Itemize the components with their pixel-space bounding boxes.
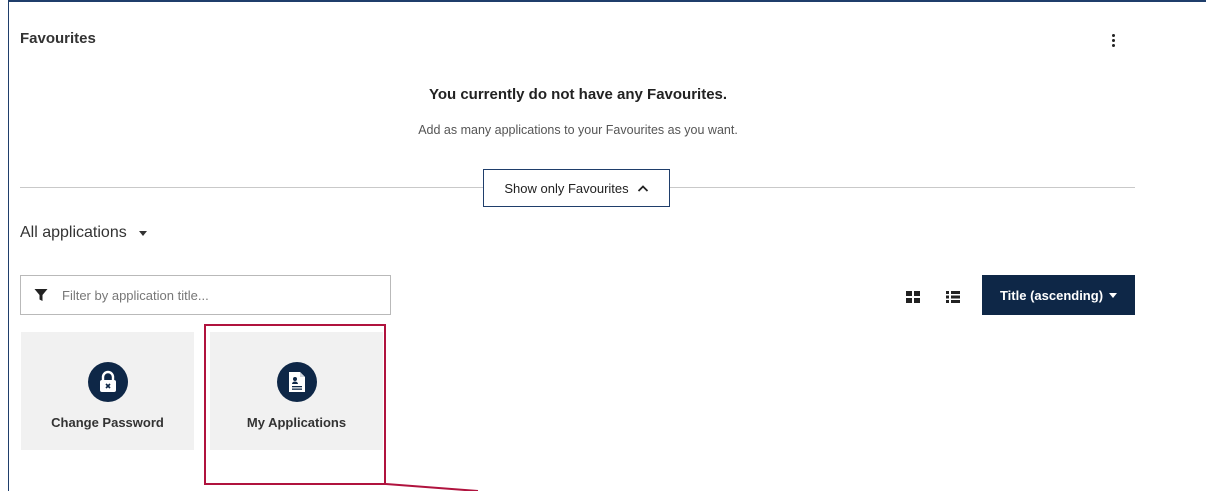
- app-tile-label: My Applications: [246, 415, 347, 430]
- filter-icon: [34, 289, 48, 301]
- app-tile-change-password[interactable]: Change Password: [21, 332, 194, 450]
- sort-label: Title (ascending): [999, 287, 1104, 303]
- lock-icon: [87, 362, 128, 402]
- list-view-icon[interactable]: [946, 291, 960, 303]
- frame-border-top: [8, 0, 1206, 2]
- empty-favourites-subtext: Add as many applications to your Favouri…: [418, 123, 738, 137]
- empty-favourites-heading: You currently do not have any Favourites…: [428, 86, 728, 103]
- caret-down-icon: [1109, 292, 1118, 298]
- show-only-favourites-label: Show only Favourites: [504, 180, 629, 196]
- show-only-favourites-button[interactable]: Show only Favourites: [483, 169, 670, 207]
- caret-down-icon: [138, 230, 147, 236]
- chevron-up-icon: [637, 185, 648, 192]
- filter-field[interactable]: [20, 275, 391, 315]
- app-tile-my-applications[interactable]: My Applications: [210, 332, 383, 450]
- frame-border-left: [8, 0, 9, 491]
- grid-view-icon[interactable]: [906, 291, 920, 303]
- document-icon: [276, 362, 317, 402]
- filter-input[interactable]: [60, 286, 390, 304]
- favourites-title: Favourites: [20, 30, 96, 47]
- app-tile-label: Change Password: [51, 415, 164, 430]
- more-options-icon[interactable]: [1108, 34, 1118, 50]
- sort-dropdown-button[interactable]: Title (ascending): [982, 275, 1135, 315]
- all-applications-label: All applications: [20, 224, 127, 241]
- all-applications-dropdown[interactable]: All applications: [20, 224, 147, 242]
